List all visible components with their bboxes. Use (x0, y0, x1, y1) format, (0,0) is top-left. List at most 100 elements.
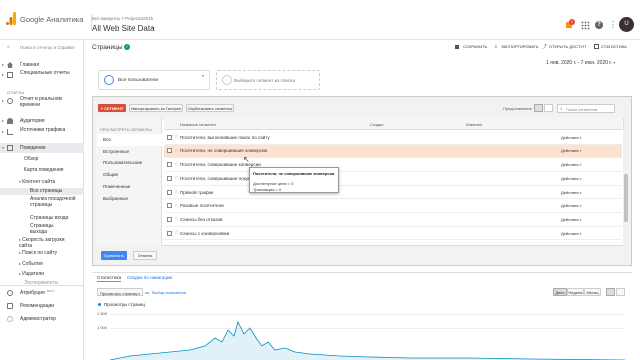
col-header-created[interactable]: Создан (370, 122, 384, 127)
select-metric-link[interactable]: Выбор показателя (152, 290, 186, 295)
row-checkbox[interactable] (167, 134, 172, 140)
segment-row[interactable]: ☆ Прямой трафик Действия ▾ (164, 186, 622, 200)
granularity-day[interactable]: День (553, 288, 567, 296)
actions-menu[interactable]: Действия ▾ (561, 231, 581, 236)
breadcrumb[interactable]: Все аккаунты > Projector2015 (92, 16, 153, 21)
row-checkbox[interactable] (167, 175, 172, 181)
star-icon[interactable]: ☆ (174, 175, 178, 181)
segment-name[interactable]: Посетители, не совершившие конверсии (180, 148, 267, 153)
star-icon[interactable]: ☆ (174, 216, 178, 222)
segment-row[interactable]: ☆ Сеансы без отказов Действия ▾ (164, 213, 622, 227)
row-checkbox[interactable] (167, 203, 172, 209)
metric-select[interactable]: Просмотры страниц ▾ (97, 288, 143, 296)
share-segments-button[interactable]: Опубликовать сегменты (186, 104, 234, 112)
view-selector[interactable]: All Web Site Data (92, 24, 155, 33)
sidebar-item-discover[interactable]: Рекомендации (0, 302, 84, 310)
actions-menu[interactable]: Действия ▾ (561, 217, 581, 222)
segment-row[interactable]: ☆ Посетители, совершившие покупку Действия… (164, 172, 622, 186)
sidebar-sub-behavior-flow[interactable]: Карта поведения (24, 167, 64, 174)
category-builtin[interactable]: Встроенные (103, 149, 129, 154)
chevron-down-icon[interactable]: ▾ (202, 73, 204, 78)
segment-name[interactable]: Сеансы без отказов (180, 217, 222, 222)
date-range-picker[interactable]: 1 янв. 2020 г. - 7 июн. 2020 г. ▾ (546, 60, 615, 66)
sidebar-item-acquisition[interactable]: ▸ Источники трафика (0, 127, 84, 140)
actions-menu[interactable]: Действия ▾ (561, 148, 581, 153)
new-segment-button[interactable]: + СЕГМЕНТ (98, 104, 126, 112)
star-icon[interactable]: ☆ (174, 134, 178, 140)
segment-row[interactable]: ☆ Сеансы с конверсиями Действия ▾ (164, 227, 622, 241)
row-checkbox[interactable] (167, 216, 172, 222)
more-icon[interactable]: ⋮ (609, 21, 617, 29)
sidebar-sub-overview[interactable]: Обзор (24, 156, 38, 163)
actions-menu[interactable]: Действия ▾ (561, 203, 581, 208)
segment-chip-add[interactable]: Выберите сегмент из списка (216, 70, 320, 90)
sidebar-sub-publishers[interactable]: ▸ Издатели (19, 271, 44, 278)
row-checkbox[interactable] (167, 162, 172, 168)
avatar[interactable]: U (619, 17, 634, 32)
list-view-icon[interactable] (534, 104, 543, 112)
import-gallery-button[interactable]: Импортировать из Галереи (129, 104, 183, 112)
segment-row[interactable]: ☆ Посетители, не совершившие конверсии Дей… (164, 144, 622, 159)
sidebar-item-home[interactable]: ▸ Главная (0, 61, 84, 69)
tab-navigation-summary[interactable]: Сводка по навигации (127, 275, 172, 280)
export-button[interactable]: ЭКСПОРТИРОВАТЬ (501, 44, 539, 49)
sidebar-item-attribution[interactable]: Атрибуция BETA (0, 289, 84, 297)
sidebar-item-custom-reports[interactable]: ▸ Специальные отчеты (0, 70, 84, 83)
save-button[interactable]: СОХРАНИТЬ (463, 44, 487, 49)
sidebar-sub-landing-analysis[interactable]: Анализ посадочной страницы (30, 196, 78, 208)
category-custom[interactable]: Пользовательские (103, 160, 142, 165)
sidebar-sub-events[interactable]: ▸ События (19, 261, 43, 268)
star-icon[interactable]: ☆ (174, 203, 178, 209)
segment-name[interactable]: Посетители, совершившие покупку (180, 176, 255, 181)
apps-icon[interactable] (581, 21, 590, 30)
sidebar-item-behavior[interactable]: ▾ Поведение (0, 143, 84, 153)
star-icon[interactable]: ☆ (174, 162, 178, 168)
grid-view-icon[interactable] (544, 104, 553, 112)
segment-name[interactable]: Сеансы с конверсиями (180, 231, 229, 236)
sidebar-item-realtime[interactable]: ▸ Отчет в реальном времени (0, 96, 84, 114)
sidebar-item-admin[interactable]: Администратор (0, 315, 84, 323)
insights-button[interactable]: СТАТИСТИКА (601, 44, 627, 49)
sidebar-sub-all-pages[interactable]: Все страницы (0, 188, 84, 195)
row-checkbox[interactable] (167, 148, 172, 154)
granularity-week[interactable]: Неделя (567, 288, 584, 296)
row-checkbox[interactable] (167, 189, 172, 195)
scrollbar-thumb[interactable] (623, 174, 628, 222)
sidebar-search-input[interactable]: Поиск в отчетах и Справке (20, 45, 75, 50)
segment-row[interactable]: ☆ Посетители, совершившие конверсии Действ… (164, 158, 622, 172)
sidebar-sub-site-content[interactable]: ▾ Контент сайта (19, 179, 55, 186)
col-header-name[interactable]: Название сегмента (180, 122, 216, 127)
sidebar-sub-site-speed[interactable]: ▸ Скорость загрузки сайта (19, 237, 69, 249)
category-shared[interactable]: Общие (103, 172, 118, 177)
sidebar-sub-landing-pages[interactable]: Страницы входа (30, 215, 68, 222)
col-header-changed[interactable]: Изменен (466, 122, 482, 127)
star-icon[interactable]: ☆ (174, 189, 178, 195)
share-button[interactable]: ОТКРЫТЬ ДОСТУП (549, 44, 586, 49)
line-chart-icon[interactable] (606, 288, 615, 296)
segment-search-input[interactable]: ⌕ Поиск сегментов (557, 104, 615, 113)
apply-button[interactable]: Применить (101, 251, 127, 260)
tab-explorer[interactable]: Статистика (97, 275, 122, 282)
segment-name[interactable]: Прямой трафик (180, 190, 213, 195)
segment-chip-all[interactable]: Все пользователи ▾ (98, 70, 210, 90)
category-starred[interactable]: Помеченные (103, 184, 130, 189)
sidebar-item-audience[interactable]: ▸ Аудитория (0, 117, 84, 125)
chevron-down-icon[interactable]: ▾ (152, 26, 155, 32)
motion-chart-icon[interactable] (616, 288, 625, 296)
sidebar-sub-site-search[interactable]: ▸ Поиск по сайту (19, 250, 57, 257)
segment-name[interactable]: Разовые посетители (180, 203, 224, 208)
actions-menu[interactable]: Действия ▾ (561, 162, 581, 167)
segment-name[interactable]: Посетители, выполнявшие поиск по сайту (180, 135, 270, 140)
segment-row[interactable]: ☆ Посетители, выполнявшие поиск по сайту Д… (164, 131, 622, 145)
star-icon[interactable]: ☆ (174, 230, 178, 236)
star-icon[interactable]: ☆ (174, 148, 178, 154)
actions-menu[interactable]: Действия ▾ (561, 190, 581, 195)
actions-menu[interactable]: Действия ▾ (561, 135, 581, 140)
sidebar-sub-exit-pages[interactable]: Страницы выхода (30, 223, 66, 235)
category-all[interactable]: Все (103, 137, 111, 142)
help-icon[interactable]: ? (595, 21, 603, 29)
actions-menu[interactable]: Действия ▾ (561, 176, 581, 181)
granularity-month[interactable]: Месяц (584, 288, 601, 296)
segment-row[interactable]: ☆ Разовые посетители Действия ▾ (164, 200, 622, 213)
app-title[interactable]: Google Аналитика (20, 15, 83, 24)
